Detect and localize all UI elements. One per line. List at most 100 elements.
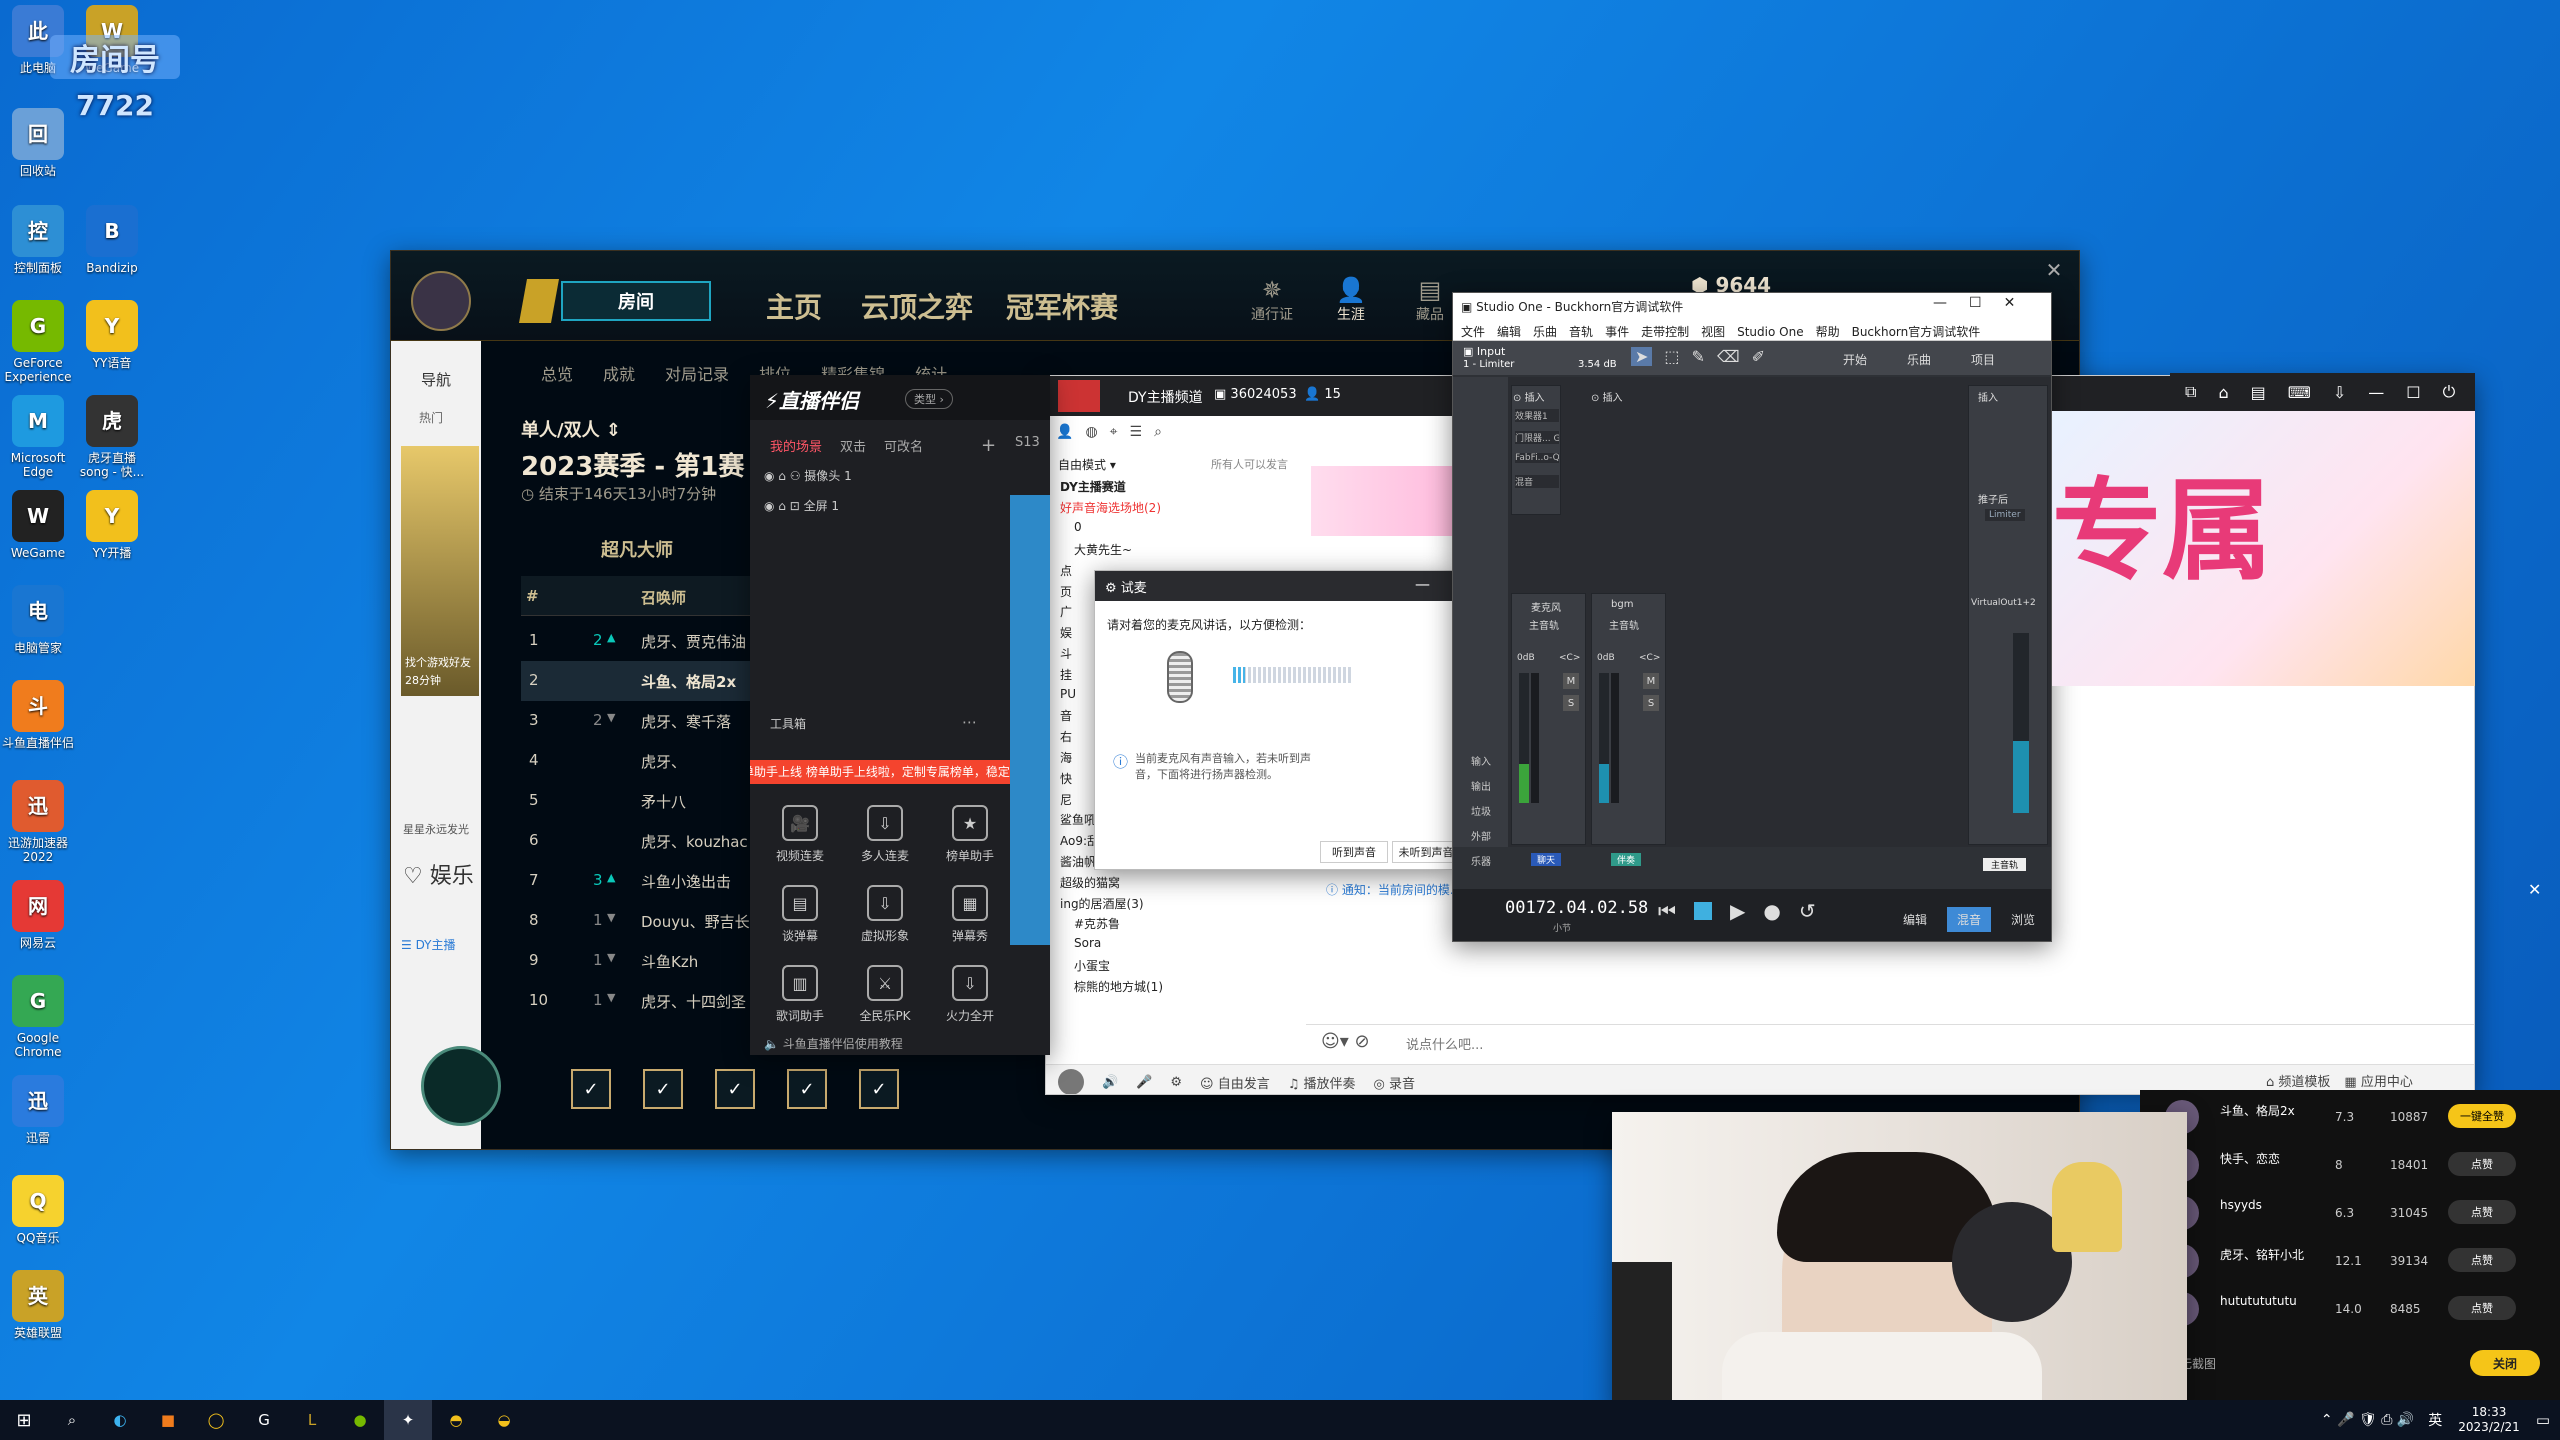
taskbar-yy-icon[interactable]: ◯: [192, 1400, 240, 1440]
search-icon[interactable]: ⌕: [1154, 424, 1162, 440]
left-card[interactable]: 找个游戏好友 28分钟: [401, 446, 479, 696]
channel-tree-item[interactable]: 小蛋宝: [1056, 957, 1316, 978]
user-name[interactable]: 斗鱼、格局2x: [2220, 1102, 2340, 1119]
channel-name[interactable]: 麦克风: [1531, 599, 1561, 614]
desktop-icon[interactable]: 网网易云: [0, 880, 78, 950]
power-icon[interactable]: ⏻: [2443, 382, 2456, 402]
desktop-icon[interactable]: 虎虎牙直播 song - 快...: [72, 395, 152, 479]
type-badge[interactable]: 类型 ›: [905, 389, 953, 409]
home-icon[interactable]: ⌂: [2218, 383, 2228, 402]
cast-icon[interactable]: ⧉: [2185, 382, 2196, 402]
gamepad-icon[interactable]: ⌨: [2288, 383, 2311, 402]
speaker-icon[interactable]: 🔊: [1102, 1075, 1118, 1090]
channel-output[interactable]: 主音轨: [1529, 617, 1559, 632]
lol-close[interactable]: ✕: [2041, 257, 2067, 283]
taskbar-douyu-icon[interactable]: ■: [144, 1400, 192, 1440]
desktop-icon[interactable]: Y YY开播: [72, 490, 152, 560]
record-button[interactable]: ●: [1763, 899, 1780, 923]
mode-select[interactable]: 单人/双人 ⇕: [521, 416, 621, 442]
tab-browse[interactable]: 浏览: [2011, 911, 2035, 928]
start-button[interactable]: 开始: [1843, 351, 1867, 368]
source-item[interactable]: ◉ ⌂ ⚇ 摄像头 1: [764, 467, 852, 484]
plugin-slot[interactable]: 门限器... GAT: [1515, 431, 1559, 444]
desktop-icon[interactable]: 英英雄联盟: [0, 1270, 78, 1340]
scene-tab-3[interactable]: 可改名: [884, 436, 923, 455]
subnav-item[interactable]: 成就: [603, 361, 635, 385]
desktop-icon[interactable]: 斗斗鱼直播伴侣: [0, 680, 78, 750]
channel-name[interactable]: bgm: [1611, 599, 1633, 610]
tab-mix[interactable]: 混音: [1947, 907, 1992, 932]
menu-item[interactable]: 视图: [1701, 323, 1725, 340]
tool-tile[interactable]: ★ 榜单助手: [930, 805, 1010, 864]
download-icon[interactable]: ⇩: [2333, 383, 2346, 402]
channel-output[interactable]: 主音轨: [1609, 617, 1639, 632]
like-button[interactable]: 点赞: [2448, 1200, 2516, 1224]
not-heard-button[interactable]: 未听到声音: [1392, 841, 1453, 863]
tool-tile[interactable]: ⇩ 多人连麦: [845, 805, 925, 864]
source-item[interactable]: ◉ ⌂ ⊡ 全屏 1: [764, 497, 839, 514]
add-scene-button[interactable]: +: [981, 435, 996, 456]
close-button[interactable]: ✕: [2004, 295, 2016, 311]
avatar-small[interactable]: [1058, 1069, 1084, 1094]
subnav-item[interactable]: 总览: [541, 361, 573, 385]
side-label[interactable]: 输出: [1471, 778, 1491, 793]
nav-store[interactable]: ▤ 藏品: [1416, 276, 1444, 324]
chat-icon[interactable]: ◍: [1085, 424, 1097, 440]
plugin-slot[interactable]: 混音: [1515, 475, 1559, 488]
tool-tile[interactable]: ▥ 歌词助手: [760, 965, 840, 1024]
like-button[interactable]: 点赞: [2448, 1296, 2516, 1320]
menu-item[interactable]: 乐曲: [1533, 323, 1557, 340]
fader[interactable]: [1611, 673, 1619, 803]
ranking-close-button[interactable]: 关闭: [2470, 1350, 2540, 1376]
minimize-button[interactable]: —: [1415, 575, 1430, 593]
desktop-icon[interactable]: Y YY语音: [72, 300, 152, 370]
notification-icon[interactable]: ▭: [2536, 1411, 2550, 1429]
user-name[interactable]: 快手、恋恋: [2220, 1150, 2340, 1167]
chat-input[interactable]: [1406, 1031, 2226, 1059]
side-label[interactable]: 外部: [1471, 828, 1491, 843]
mute-button[interactable]: M: [1643, 673, 1659, 689]
ime-indicator[interactable]: 英: [2428, 1410, 2442, 1430]
like-button[interactable]: 点赞: [2448, 1248, 2516, 1272]
select-tool-icon[interactable]: ⬚: [1664, 347, 1679, 366]
tool-tile[interactable]: ⇩ 虚拟形象: [845, 885, 925, 944]
user-name[interactable]: hsyyds: [2220, 1198, 2340, 1212]
song-button[interactable]: 乐曲: [1907, 351, 1931, 368]
channel-tree-item[interactable]: #克苏鲁: [1056, 915, 1316, 936]
solo-button[interactable]: S: [1563, 695, 1579, 711]
solo-button[interactable]: S: [1643, 695, 1659, 711]
side-label[interactable]: 乐器: [1471, 853, 1491, 868]
like-button[interactable]: 一键全赞: [2448, 1104, 2516, 1128]
minimize-icon[interactable]: —: [2368, 383, 2384, 402]
send-label[interactable]: 聊天: [1531, 853, 1562, 866]
accompaniment-button[interactable]: ♫ 播放伴奏: [1288, 1073, 1356, 1092]
menu-item[interactable]: Buckhorn官方调试软件: [1852, 323, 1981, 340]
room-button[interactable]: 房间: [561, 281, 711, 321]
desktop-icon[interactable]: G Google Chrome: [0, 975, 78, 1059]
desktop-icon[interactable]: W WeGame: [0, 490, 78, 560]
taskbar-gearm-icon[interactable]: G: [240, 1400, 288, 1440]
emoji-icon[interactable]: ☺▾ ⊘: [1321, 1031, 1370, 1052]
mic-icon[interactable]: 🎤: [1136, 1075, 1152, 1090]
taskbar-lol-icon[interactable]: L: [288, 1400, 336, 1440]
free-speak-button[interactable]: ☺ 自由发言: [1200, 1073, 1270, 1092]
nav-home[interactable]: 主页: [766, 286, 822, 326]
side-label[interactable]: 垃圾: [1471, 803, 1491, 818]
desktop-icon[interactable]: 迅迅游加速器 2022: [0, 780, 78, 864]
template-button[interactable]: ⌂ 频道模板: [2266, 1071, 2330, 1090]
search-icon[interactable]: ⌕: [48, 1400, 96, 1440]
desktop-icon[interactable]: M Microsoft Edge: [0, 395, 78, 479]
project-button[interactable]: 项目: [1971, 351, 1995, 368]
paint-tool-icon[interactable]: ✐: [1752, 347, 1765, 366]
scene-tab-2[interactable]: 双击: [840, 436, 866, 455]
mute-button[interactable]: M: [1563, 673, 1579, 689]
maximize-icon[interactable]: ☐: [2406, 383, 2420, 402]
nav-tft[interactable]: 云顶之弈: [861, 286, 973, 326]
tool-tile[interactable]: 🎥 视频连麦: [760, 805, 840, 864]
user-name[interactable]: hutututututu: [2220, 1294, 2340, 1308]
channel-tree-item[interactable]: 0: [1056, 520, 1316, 541]
play-button[interactable]: ▶: [1730, 899, 1745, 923]
channel-tree-item[interactable]: Sora: [1056, 936, 1316, 957]
like-button[interactable]: 点赞: [2448, 1152, 2516, 1176]
desktop-icon[interactable]: 电电脑管家: [0, 585, 78, 655]
